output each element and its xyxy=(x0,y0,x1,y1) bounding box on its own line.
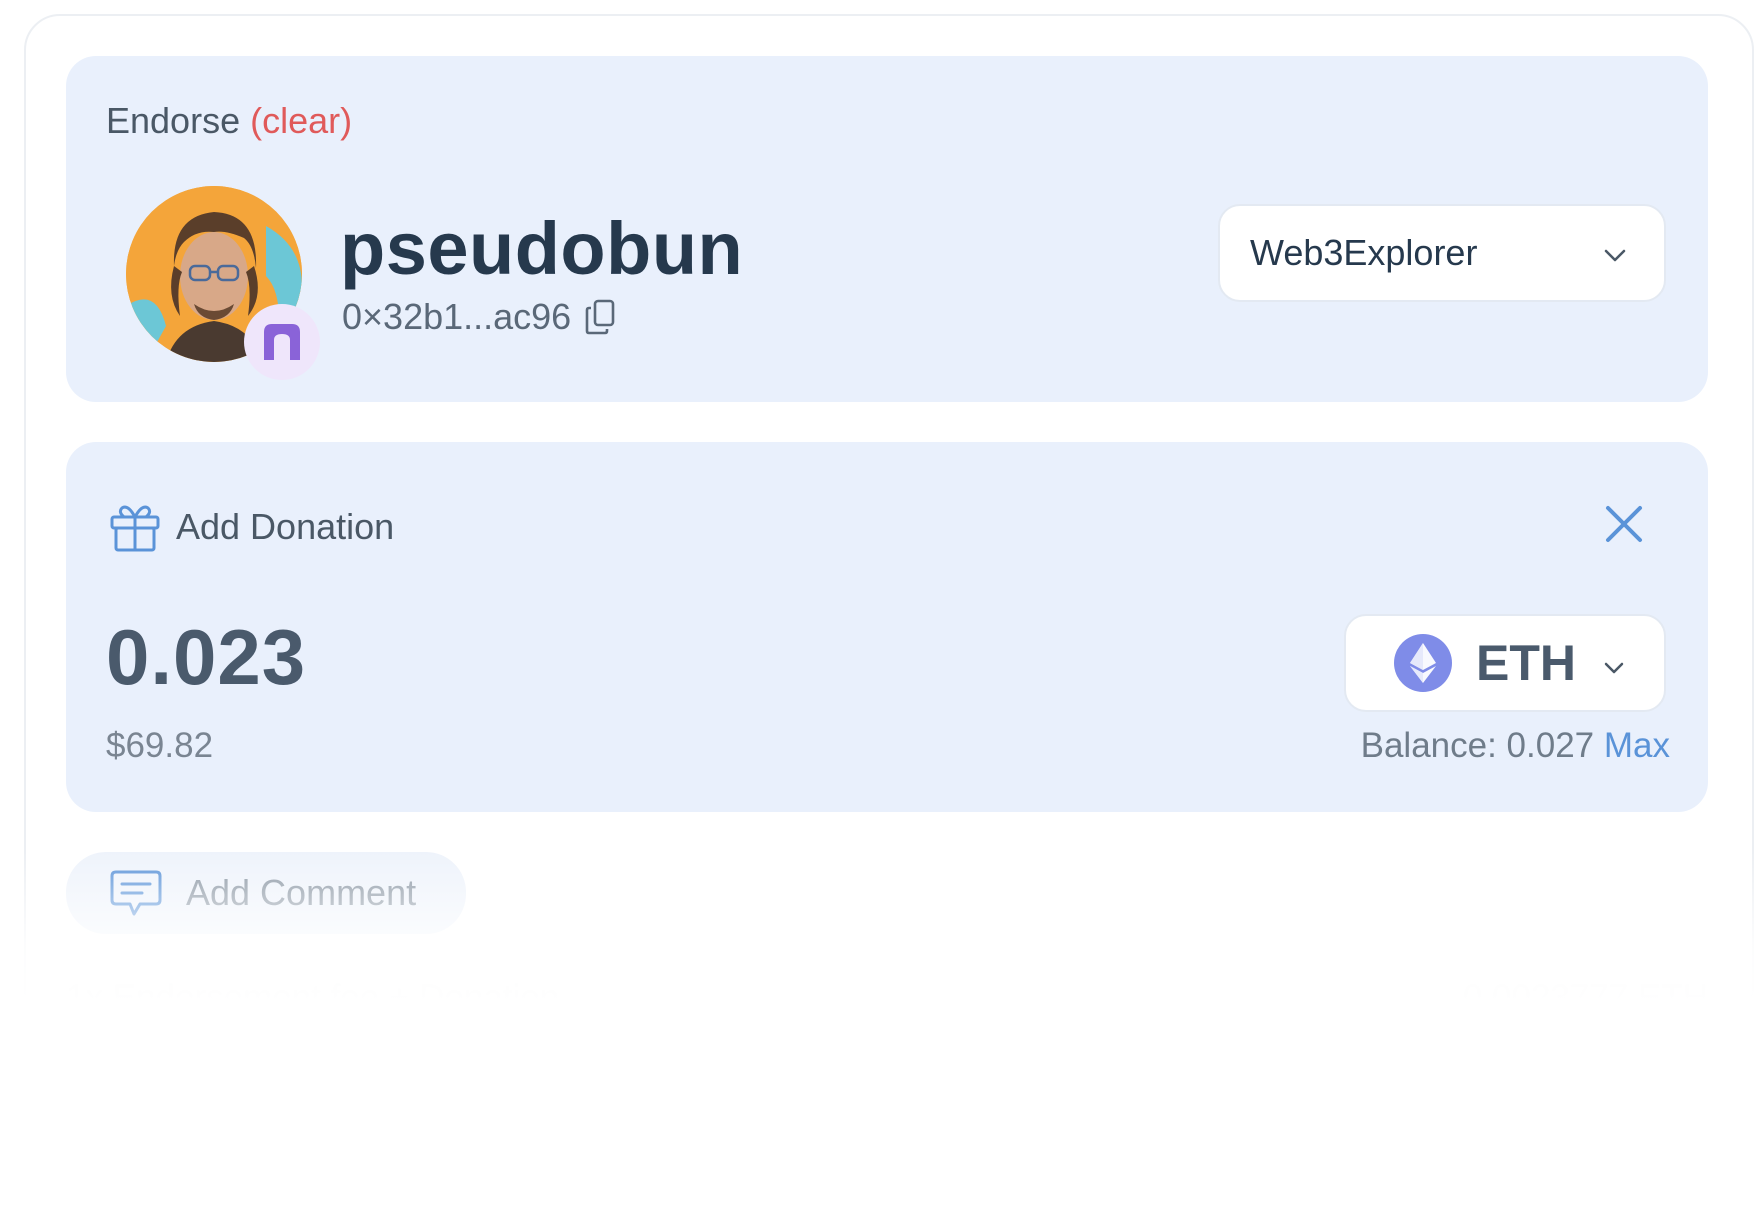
add-comment-label: Add Comment xyxy=(186,872,417,913)
balance: Balance: 0.027 Max xyxy=(1361,726,1670,766)
fee-value: 0.0023777 ETH xyxy=(1462,978,1708,1017)
add-comment-button[interactable]: Add Comment xyxy=(66,852,466,934)
comment-icon xyxy=(110,870,162,916)
endorse-heading: Endorse (clear) xyxy=(106,100,352,142)
identity-select-value: Web3Explorer xyxy=(1250,232,1478,273)
chevron-down-icon xyxy=(1604,249,1626,262)
gift-icon xyxy=(110,505,160,552)
max-button[interactable]: Max xyxy=(1604,726,1670,765)
donation-title: Add Donation xyxy=(176,506,395,547)
close-icon[interactable] xyxy=(1604,504,1644,544)
fee-row: 1x Endorsement fee + Donation 0.0023777 … xyxy=(66,978,1708,1018)
endorse-panel: Endorse (clear) pseudobun 0×32b1...ac96 xyxy=(66,56,1708,402)
address-row: 0×32b1...ac96 xyxy=(342,296,617,338)
usd-value: $69.82 xyxy=(106,726,214,765)
copy-icon[interactable] xyxy=(585,299,617,335)
identity-select[interactable]: Web3Explorer xyxy=(1218,204,1666,302)
donation-amount[interactable]: 0.023 xyxy=(106,612,306,703)
donation-header: Add Donation xyxy=(108,500,394,554)
ethereum-icon xyxy=(1394,634,1452,692)
token-select[interactable]: ETH xyxy=(1344,614,1666,712)
arch-badge-icon xyxy=(244,304,320,380)
username: pseudobun xyxy=(340,207,744,290)
donation-panel: Add Donation 0.023 $69.82 ETH Balance: 0… xyxy=(66,442,1708,812)
endorse-title: Endorse xyxy=(106,100,241,141)
token-symbol: ETH xyxy=(1476,635,1576,691)
chevron-down-icon xyxy=(1604,662,1624,674)
wallet-address: 0×32b1...ac96 xyxy=(342,296,572,337)
fee-label: 1x Endorsement fee + Donation xyxy=(66,978,560,1017)
balance-label: Balance: 0.027 xyxy=(1360,726,1595,765)
divider xyxy=(66,1060,1708,1062)
clear-link[interactable]: (clear) xyxy=(250,100,352,141)
